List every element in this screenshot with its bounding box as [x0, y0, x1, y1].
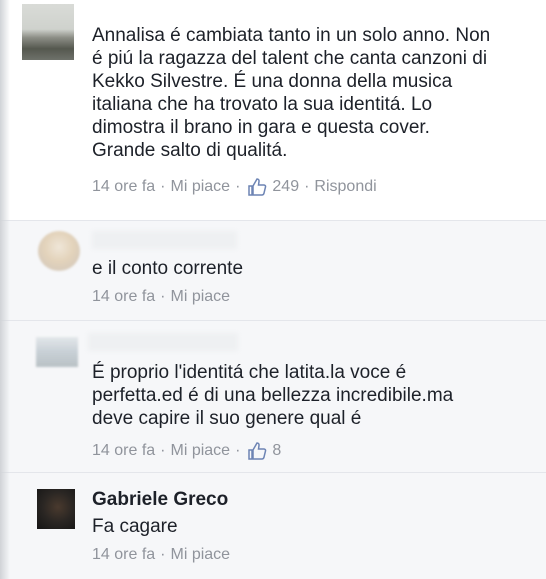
reply-comment: Gabriele Greco Fa cagare 14 ore fa · Mi …: [0, 472, 546, 579]
reply-meta: 14 ore fa · Mi piace · 8: [92, 441, 281, 461]
timestamp[interactable]: 14 ore fa: [92, 546, 155, 564]
like-count[interactable]: 8: [272, 442, 281, 460]
timestamp[interactable]: 14 ore fa: [92, 288, 155, 306]
separator: ·: [235, 178, 241, 195]
author-name-redacted: [92, 231, 237, 249]
comment-meta: 14 ore fa · Mi piace · 249 · Rispondi: [92, 177, 377, 197]
reply-link[interactable]: Rispondi: [314, 178, 376, 196]
reply-line: perfetta.ed é di una bellezza incredibil…: [92, 385, 454, 406]
reply-comment: e il conto corrente 14 ore fa · Mi piace: [0, 220, 546, 320]
author-name-redacted: [88, 333, 238, 351]
comment-line: Grande salto di qualitá.: [92, 140, 288, 161]
reply-line: deve capire il suo genere qual é: [92, 408, 362, 429]
separator: ·: [160, 178, 166, 195]
timestamp[interactable]: 14 ore fa: [92, 178, 155, 196]
comment-line: Kekko Silvestre. É una donna della music…: [92, 71, 453, 92]
separator: ·: [304, 178, 310, 195]
reply-line: É proprio l'identitá che latita.la voce …: [92, 362, 407, 383]
reply-text: Fa cagare: [92, 516, 178, 537]
reply-text: É proprio l'identitá che latita.la voce …: [92, 361, 453, 430]
reply-meta: 14 ore fa · Mi piace: [92, 546, 230, 564]
separator: ·: [160, 288, 166, 305]
like-link[interactable]: Mi piace: [170, 178, 230, 196]
like-link[interactable]: Mi piace: [170, 546, 230, 564]
avatar[interactable]: [36, 337, 78, 367]
separator: ·: [160, 546, 166, 563]
reply-text: e il conto corrente: [92, 258, 244, 279]
author-name[interactable]: Gabriele Greco: [92, 489, 228, 511]
comment-text: Annalisa é cambiata tanto in un solo ann…: [92, 24, 490, 162]
like-link[interactable]: Mi piace: [170, 288, 230, 306]
avatar[interactable]: [37, 489, 75, 529]
thumbs-up-icon[interactable]: [247, 177, 267, 197]
separator: ·: [235, 442, 241, 459]
main-comment: Annalisa é cambiata tanto in un solo ann…: [0, 0, 546, 220]
separator: ·: [160, 442, 166, 459]
avatar[interactable]: [22, 4, 74, 60]
reply-meta: 14 ore fa · Mi piace: [92, 288, 230, 306]
like-count[interactable]: 249: [272, 178, 299, 196]
left-edge-shadow: [0, 0, 10, 579]
avatar[interactable]: [38, 231, 80, 271]
comment-line: italiana che ha trovato la sua identitá.…: [92, 94, 433, 115]
like-link[interactable]: Mi piace: [170, 442, 230, 460]
comment-line: Annalisa é cambiata tanto in un solo ann…: [92, 25, 491, 46]
timestamp[interactable]: 14 ore fa: [92, 442, 155, 460]
thumbs-up-icon[interactable]: [247, 441, 267, 461]
comment-line: dimostra il brano in gara e questa cover…: [92, 117, 430, 138]
reply-comment: É proprio l'identitá che latita.la voce …: [0, 320, 546, 472]
comment-line: é piú la ragazza del talent che canta ca…: [92, 48, 488, 69]
